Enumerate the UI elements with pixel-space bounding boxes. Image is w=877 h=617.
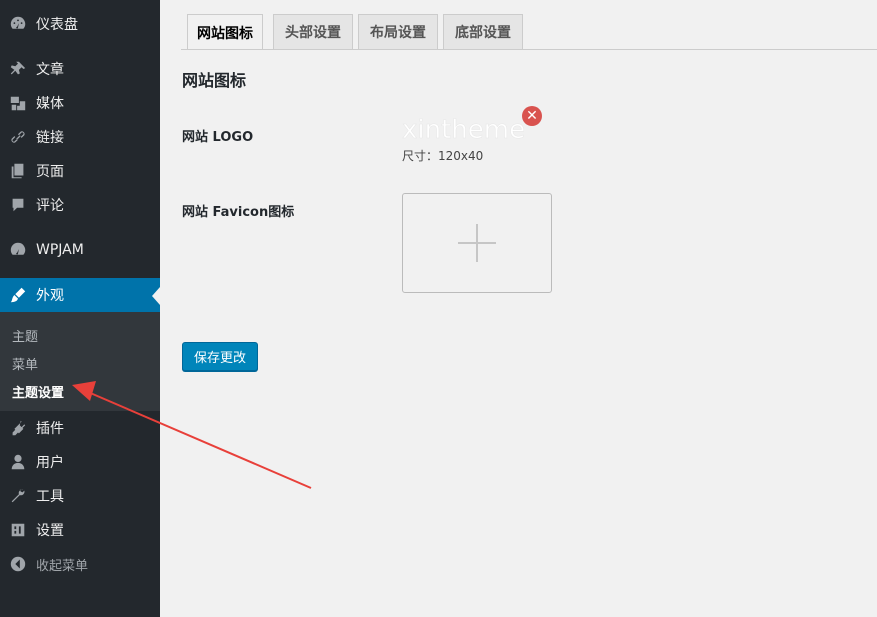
tab-footer-settings[interactable]: 底部设置: [443, 14, 523, 49]
logo-label: 网站 LOGO: [182, 130, 254, 145]
menu-label: 设置: [36, 523, 64, 539]
logo-text: xintheme: [402, 115, 525, 144]
save-changes-button[interactable]: 保存更改: [182, 342, 258, 371]
tab-layout-settings[interactable]: 布局设置: [358, 14, 438, 49]
menu-links[interactable]: 链接: [0, 120, 160, 154]
menu-label: 评论: [36, 198, 64, 214]
dashboard-icon: [0, 15, 36, 33]
menu-tools[interactable]: 工具: [0, 479, 160, 513]
menu-plugins[interactable]: 插件: [0, 411, 160, 445]
tabs-divider: [181, 49, 877, 50]
menu-label: 用户: [36, 455, 64, 471]
plugin-icon: [0, 419, 36, 437]
section-title: 网站图标: [182, 71, 247, 90]
wrench-icon: [0, 487, 36, 505]
menu-label: WPJAM: [36, 242, 84, 258]
favicon-label: 网站 Favicon图标: [182, 205, 295, 220]
collapse-icon: [0, 555, 36, 573]
menu-label: 插件: [36, 421, 64, 437]
settings-icon: [0, 521, 36, 539]
submenu-menus[interactable]: 菜单: [12, 354, 38, 373]
admin-sidebar: 仪表盘 文章 媒体 链接 页面 评论 WPJAM 外观 主题 菜单 主题设置 插…: [0, 0, 160, 617]
media-icon: [0, 94, 36, 112]
menu-posts[interactable]: 文章: [0, 52, 160, 86]
menu-appearance[interactable]: 外观: [0, 278, 160, 312]
menu-label: 媒体: [36, 96, 64, 112]
menu-label: 外观: [36, 288, 64, 304]
collapse-menu-button[interactable]: 收起菜单: [0, 547, 160, 581]
comment-icon: [0, 196, 36, 214]
submenu-theme-settings[interactable]: 主题设置: [12, 382, 64, 401]
wpjam-icon: [0, 241, 36, 259]
menu-label: 链接: [36, 130, 64, 146]
tab-site-icon[interactable]: 网站图标: [187, 14, 263, 50]
plus-icon: [458, 224, 496, 262]
menu-media[interactable]: 媒体: [0, 86, 160, 120]
menu-settings[interactable]: 设置: [0, 513, 160, 547]
menu-users[interactable]: 用户: [0, 445, 160, 479]
menu-label: 收起菜单: [36, 558, 89, 574]
menu-pages[interactable]: 页面: [0, 154, 160, 188]
link-icon: [0, 128, 36, 146]
logo-image[interactable]: xintheme: [402, 112, 527, 144]
page-icon: [0, 162, 36, 180]
menu-label: 页面: [36, 164, 64, 180]
menu-comments[interactable]: 评论: [0, 188, 160, 222]
menu-dashboard[interactable]: 仪表盘: [0, 7, 160, 41]
menu-label: 仪表盘: [36, 17, 78, 33]
user-icon: [0, 453, 36, 471]
tab-header-settings[interactable]: 头部设置: [273, 14, 353, 49]
appearance-submenu: 主题 菜单 主题设置: [0, 312, 160, 411]
menu-label: 工具: [36, 489, 64, 505]
brush-icon: [0, 286, 36, 304]
logo-size-hint: 尺寸：120x40: [402, 149, 484, 163]
menu-wpjam[interactable]: WPJAM: [0, 233, 160, 267]
favicon-upload-box[interactable]: [402, 193, 552, 293]
menu-label: 文章: [36, 62, 64, 78]
active-indicator: [152, 287, 160, 305]
pin-icon: [0, 60, 36, 78]
submenu-themes[interactable]: 主题: [12, 326, 38, 345]
remove-logo-icon[interactable]: ✕: [522, 106, 542, 126]
